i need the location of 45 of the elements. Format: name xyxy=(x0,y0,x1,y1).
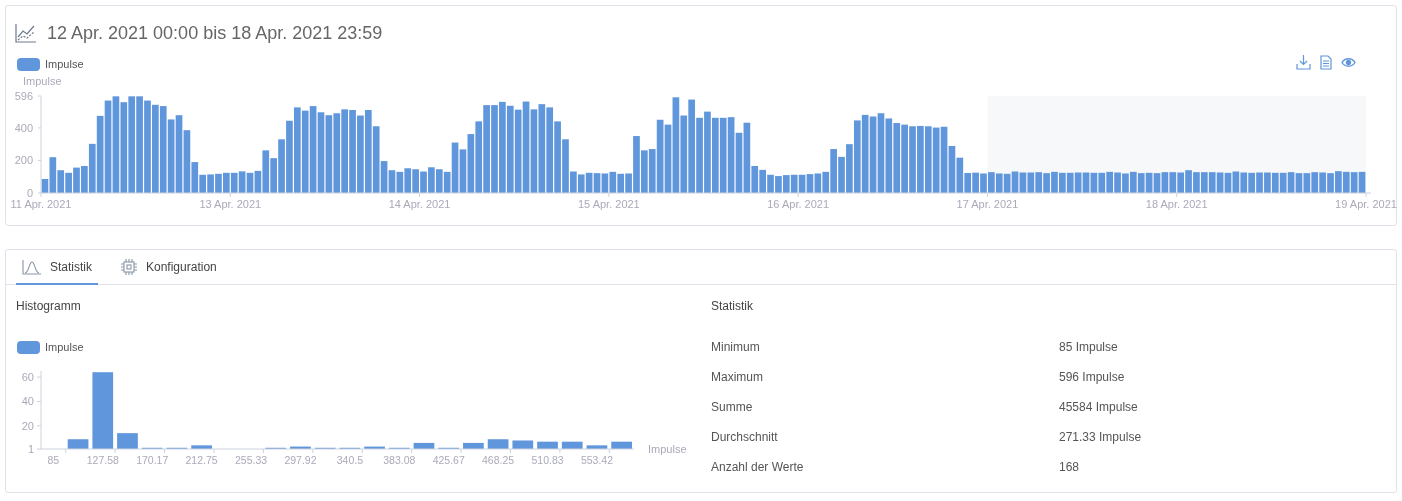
stat-label: Durchschnitt xyxy=(711,429,779,446)
axis-label: 596 xyxy=(14,90,33,102)
axis-label: 13 Apr. 2021 xyxy=(199,198,262,210)
axis-label: 60 xyxy=(21,371,34,384)
axis-label: 510.83 xyxy=(531,454,564,466)
stat-label: Summe xyxy=(711,399,754,416)
stat-value: 85 Impulse xyxy=(1059,339,1118,356)
stat-value: 271.33 Impulse xyxy=(1059,429,1142,446)
axis-label: 127.58 xyxy=(86,454,119,466)
axis-label: 11 Apr. 2021 xyxy=(10,198,72,210)
stat-label: Maximum xyxy=(711,369,764,386)
axis-label: 340.5 xyxy=(336,454,363,466)
axis-label: 297.92 xyxy=(284,454,317,466)
axis-label: 15 Apr. 2021 xyxy=(577,198,640,210)
section-title: Histogramm xyxy=(16,298,82,315)
stat-value: 168 xyxy=(1059,459,1080,476)
axis-label: 383.08 xyxy=(383,454,416,466)
chart-title: 12 Apr. 2021 00:00 bis 18 Apr. 2021 23:59 xyxy=(47,21,383,45)
axis-label: 18 Apr. 2021 xyxy=(1145,198,1208,210)
axis-label: 17 Apr. 2021 xyxy=(956,198,1019,210)
axis-title: Impulse xyxy=(648,443,687,455)
stat-label: Anzahl der Werte xyxy=(711,459,805,476)
axis-label: 40 xyxy=(21,395,34,408)
axis-label: 200 xyxy=(14,154,33,167)
axis-label: 16 Apr. 2021 xyxy=(767,198,830,210)
axis-title: Impulse xyxy=(23,75,62,87)
section-title: Statistik xyxy=(711,298,754,315)
axis-label: 553.42 xyxy=(580,454,613,466)
axis-label: 20 xyxy=(21,419,34,432)
stat-value: 45584 Impulse xyxy=(1059,399,1138,416)
axis-label: 468.25 xyxy=(482,454,515,466)
axis-label: 425.67 xyxy=(432,454,465,466)
axis-label: 170.17 xyxy=(136,454,169,466)
legend-label: Impulse xyxy=(45,56,84,72)
stat-label: Minimum xyxy=(711,339,761,356)
legend-label: Impulse xyxy=(45,339,84,355)
axis-label: 85 xyxy=(47,454,60,466)
axis-label: 19 Apr. 2021 xyxy=(1335,198,1397,210)
axis-label: 14 Apr. 2021 xyxy=(388,198,451,210)
axis-label: 212.75 xyxy=(185,454,218,466)
axis-label: 255.33 xyxy=(234,454,268,466)
axis-label: 0 xyxy=(26,187,33,199)
stat-value: 596 Impulse xyxy=(1059,369,1125,386)
axis-label: 1 xyxy=(27,443,34,455)
axis-label: 400 xyxy=(14,121,33,134)
